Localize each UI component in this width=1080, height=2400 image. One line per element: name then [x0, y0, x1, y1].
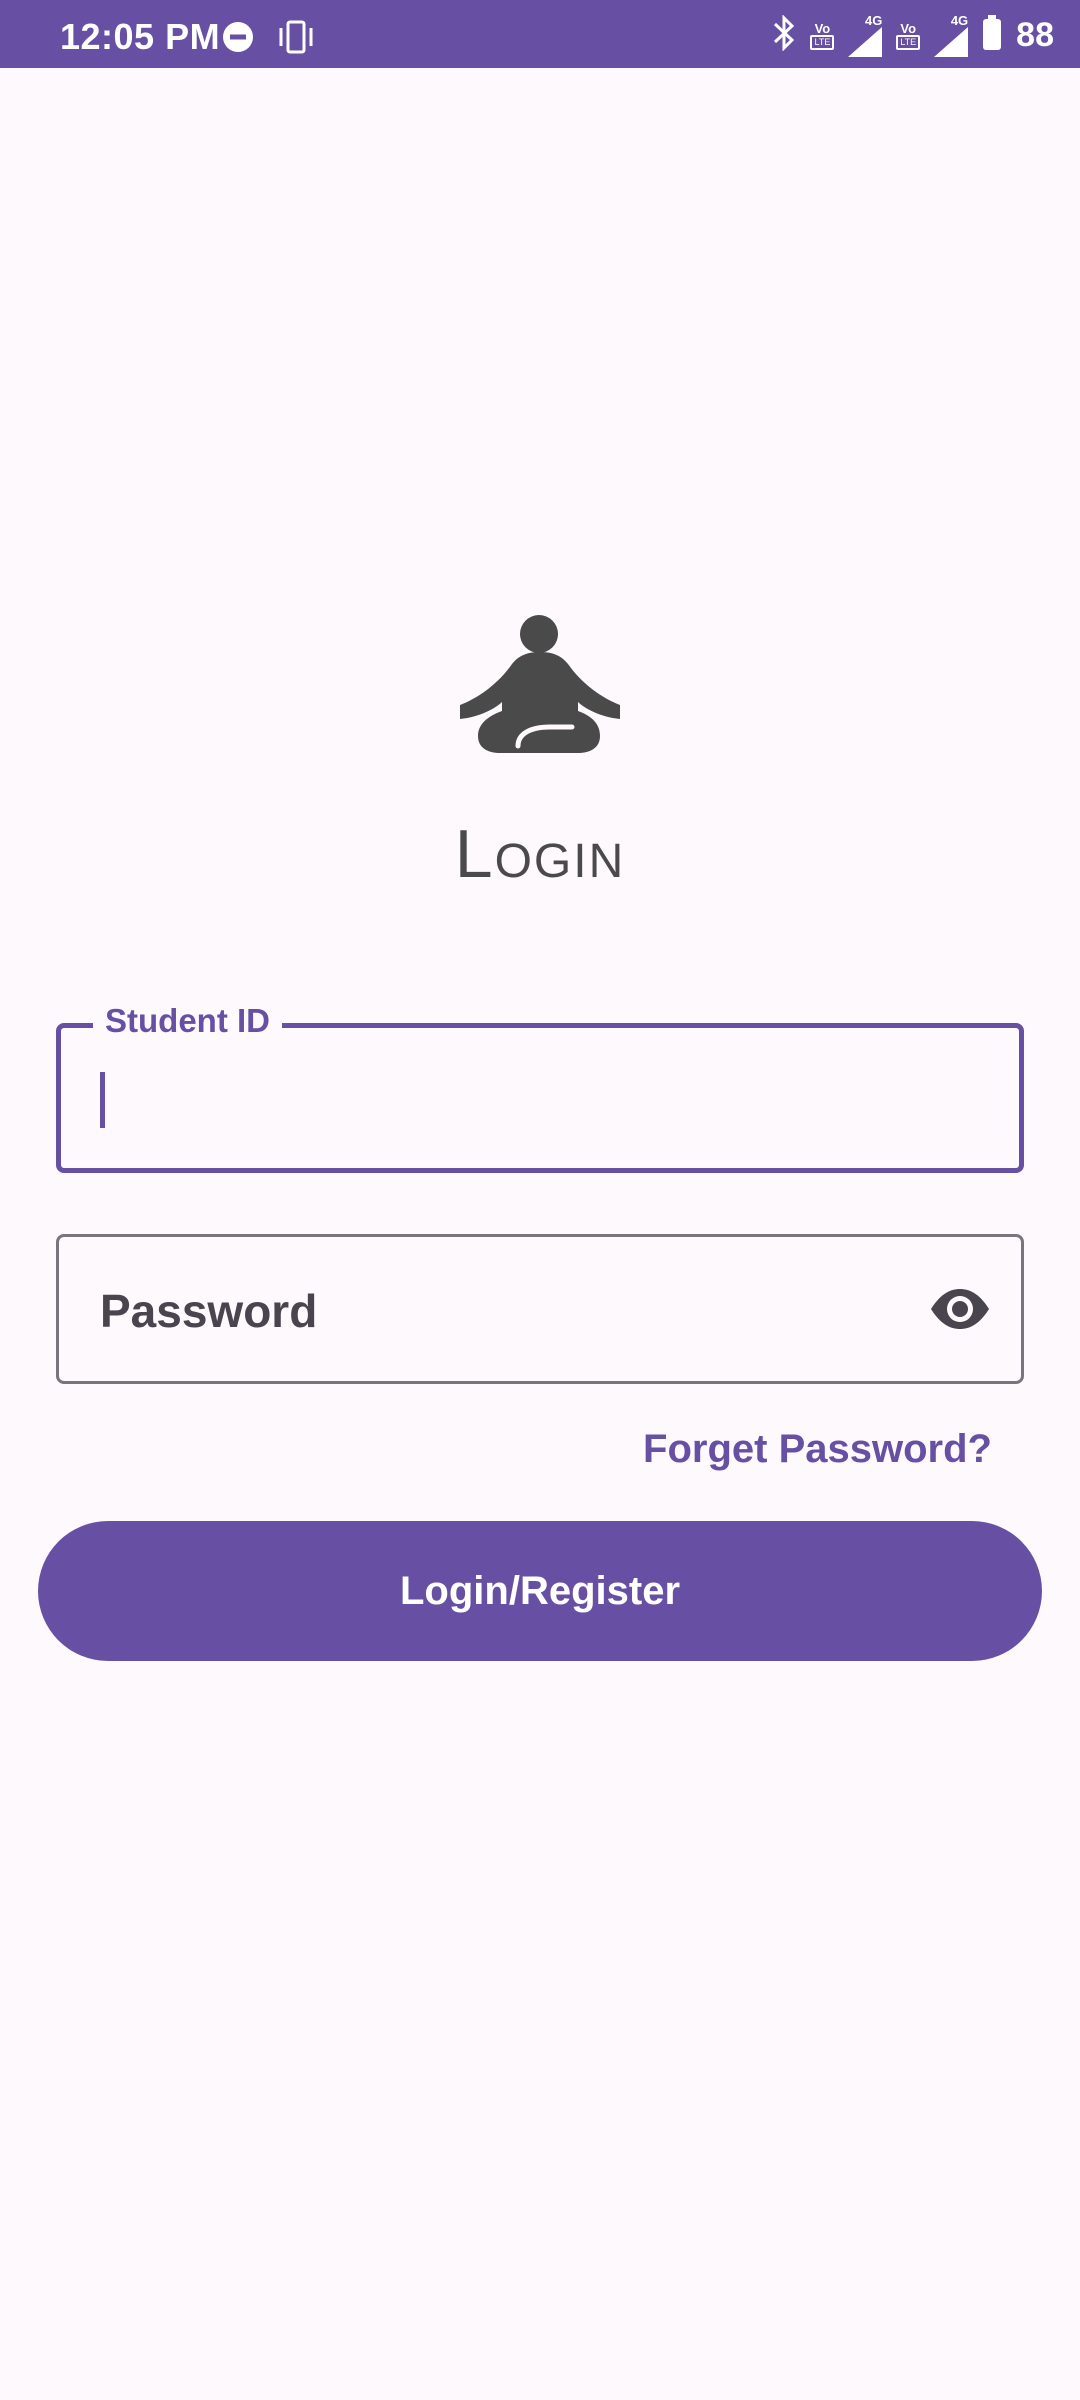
- do-not-disturb-icon: [222, 21, 254, 58]
- signal-icon: 4G: [934, 13, 969, 57]
- signal-icon: 4G: [848, 13, 883, 57]
- text-cursor: [100, 1072, 105, 1128]
- status-left-icons: [222, 20, 316, 59]
- eye-icon[interactable]: [929, 1287, 991, 1331]
- student-id-label: Student ID: [93, 1002, 282, 1040]
- lte-label: LTE: [810, 34, 835, 50]
- password-placeholder: Password: [100, 1285, 318, 1337]
- battery-icon: [982, 15, 1002, 56]
- network-label: 4G: [864, 13, 883, 28]
- login-register-button[interactable]: Login/Register: [38, 1521, 1042, 1661]
- vibrate-icon: [276, 20, 316, 59]
- battery-level: 88: [1016, 16, 1054, 54]
- volte-label: Vo: [814, 20, 831, 36]
- student-id-field[interactable]: Student ID: [56, 1002, 1024, 1173]
- status-time: 12:05 PM: [60, 16, 221, 57]
- forget-password-link[interactable]: Forget Password?: [643, 1427, 992, 1472]
- lte-label: LTE: [896, 34, 921, 50]
- page-title: Login: [454, 816, 626, 892]
- volte-4g-icon: Vo LTE: [896, 20, 921, 50]
- password-field[interactable]: Password: [56, 1234, 1024, 1384]
- network-label: 4G: [950, 13, 969, 28]
- volte-4g-icon: Vo LTE: [810, 20, 835, 50]
- bluetooth-icon: [772, 14, 796, 56]
- volte-label: Vo: [900, 20, 917, 36]
- meditation-icon: [460, 612, 620, 757]
- status-right-icons: Vo LTE 4G Vo LTE 4G 88: [772, 14, 1054, 57]
- status-bar: 12:05 PM Vo LTE 4G Vo LTE 4G 88: [0, 0, 1080, 68]
